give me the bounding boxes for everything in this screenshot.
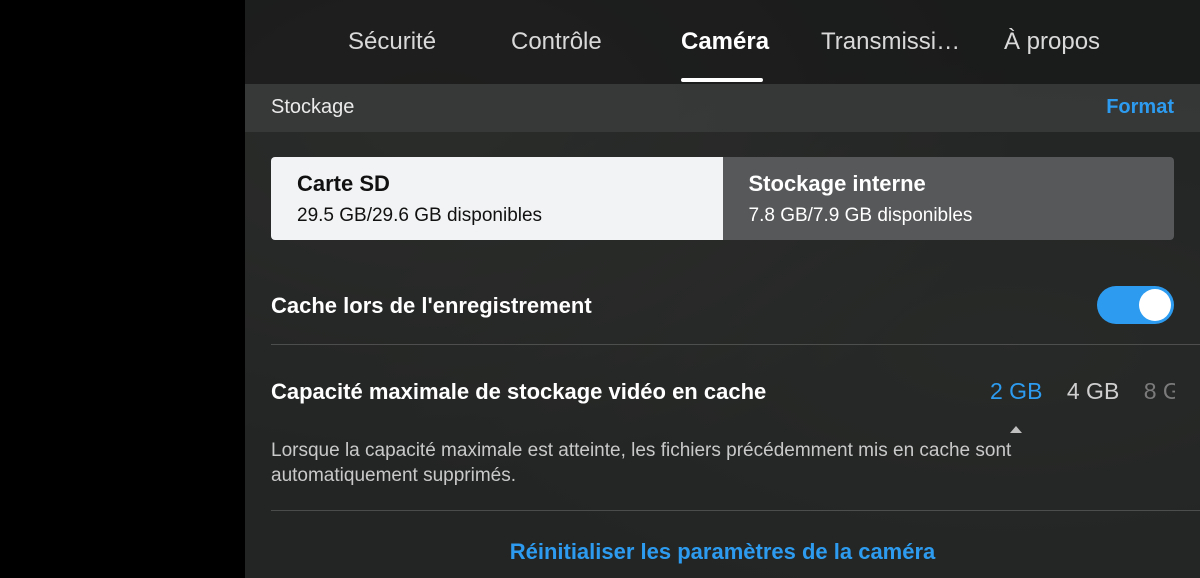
cache-recording-toggle[interactable] <box>1097 286 1174 324</box>
storage-selector: Carte SD 29.5 GB/29.6 GB disponibles Sto… <box>271 157 1174 240</box>
tab-controle[interactable]: Contrôle <box>511 28 602 56</box>
capacity-option-8gb[interactable]: 8 G <box>1144 378 1175 405</box>
cache-recording-label: Cache lors de l'enregistrement <box>271 293 592 318</box>
cache-capacity-label: Capacité maximale de stockage vidéo en c… <box>271 379 767 404</box>
toggle-knob <box>1139 289 1171 321</box>
storage-option-title: Carte SD <box>297 171 390 196</box>
active-tab-indicator <box>681 78 763 82</box>
cache-capacity-picker: 2 GB 4 GB 8 G <box>990 378 1175 408</box>
tab-bar: Sécurité Contrôle Caméra Transmissi… À p… <box>245 0 1200 84</box>
storage-option-capacity: 29.5 GB/29.6 GB disponibles <box>297 205 543 226</box>
tab-a-propos[interactable]: À propos <box>1004 28 1100 56</box>
cache-capacity-description: Lorsque la capacité maximale est atteint… <box>271 440 1012 486</box>
format-button[interactable]: Format <box>1106 96 1174 119</box>
storage-option-sd-card[interactable]: Carte SD 29.5 GB/29.6 GB disponibles <box>271 157 723 240</box>
reset-camera-settings-button[interactable]: Réinitialiser les paramètres de la camér… <box>245 539 1200 565</box>
storage-section-header: Stockage Format <box>245 84 1200 132</box>
selection-caret-icon <box>1010 426 1022 433</box>
storage-option-capacity: 7.8 GB/7.9 GB disponibles <box>748 205 973 226</box>
tab-camera[interactable]: Caméra <box>681 28 769 82</box>
left-black-area <box>0 0 245 578</box>
storage-option-internal[interactable]: Stockage interne 7.8 GB/7.9 GB disponibl… <box>722 157 1174 240</box>
divider <box>271 510 1200 511</box>
section-title: Stockage <box>271 96 355 118</box>
settings-panel: Sécurité Contrôle Caméra Transmissi… À p… <box>245 0 1200 578</box>
tab-camera-label: Caméra <box>681 28 770 55</box>
tab-securite[interactable]: Sécurité <box>348 28 436 56</box>
tab-transmission[interactable]: Transmissi… <box>821 28 960 56</box>
divider <box>271 344 1200 345</box>
capacity-option-2gb[interactable]: 2 GB <box>990 378 1042 405</box>
storage-option-title: Stockage interne <box>748 171 926 196</box>
capacity-option-4gb[interactable]: 4 GB <box>1067 378 1119 405</box>
